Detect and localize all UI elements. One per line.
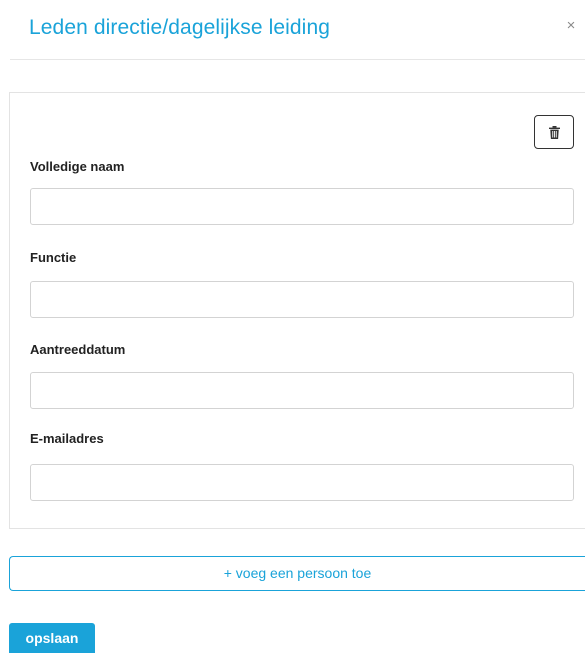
person-card: Volledige naam Functie Aantreeddatum E-m…	[9, 92, 585, 529]
save-button[interactable]: opslaan	[9, 623, 95, 653]
trash-icon	[548, 125, 560, 139]
modal-dialog: Leden directie/dagelijkse leiding × Voll…	[0, 0, 585, 653]
delete-person-button[interactable]	[534, 115, 574, 149]
full-name-label: Volledige naam	[30, 159, 125, 174]
email-label: E-mailadres	[30, 431, 104, 446]
start-date-label: Aantreeddatum	[30, 342, 126, 357]
modal-title: Leden directie/dagelijkse leiding	[29, 16, 331, 39]
function-input[interactable]	[30, 281, 574, 318]
add-person-button[interactable]: + voeg een persoon toe	[9, 556, 585, 591]
close-button[interactable]: ×	[563, 18, 579, 34]
header-divider	[10, 59, 585, 60]
start-date-input[interactable]	[30, 372, 574, 409]
email-input[interactable]	[30, 464, 574, 501]
close-icon: ×	[566, 17, 576, 34]
full-name-input[interactable]	[30, 188, 574, 225]
function-label: Functie	[30, 250, 77, 265]
